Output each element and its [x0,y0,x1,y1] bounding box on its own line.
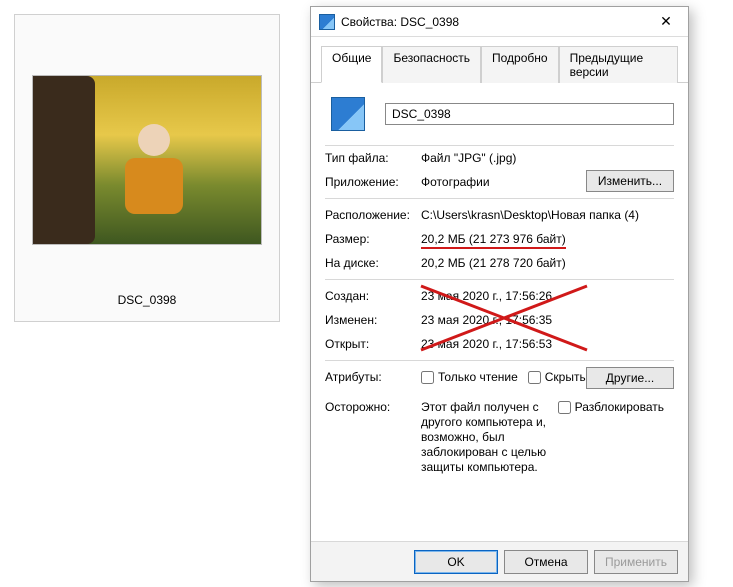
checkbox-hidden[interactable]: Скрытый [528,370,595,384]
tab-previous-versions[interactable]: Предыдущие версии [559,46,678,83]
label-warning: Осторожно: [325,400,421,414]
dialog-footer: OK Отмена Применить [311,541,688,581]
value-created: 23 мая 2020 г., 17:56:26 [421,289,674,303]
other-button[interactable]: Другие... [586,367,674,389]
value-location: C:\Users\krasn\Desktop\Новая папка (4) [421,208,674,222]
checkbox-readonly[interactable]: Только чтение [421,370,518,384]
file-type-icon [331,97,365,131]
change-button[interactable]: Изменить... [586,170,674,192]
label-accessed: Открыт: [325,337,421,351]
thumbnail-caption: DSC_0398 [118,293,177,307]
label-modified: Изменен: [325,313,421,327]
checkbox-readonly-input[interactable] [421,371,434,384]
properties-dialog: Свойства: DSC_0398 ✕ Общие Безопасность … [310,6,689,582]
cancel-button[interactable]: Отмена [504,550,588,574]
tabstrip: Общие Безопасность Подробно Предыдущие в… [311,37,688,83]
label-attributes: Атрибуты: [325,370,421,384]
label-location: Расположение: [325,208,421,222]
checkbox-unblock-label: Разблокировать [575,400,664,414]
label-created: Создан: [325,289,421,303]
close-icon: ✕ [660,13,672,30]
dialog-title: Свойства: DSC_0398 [341,15,646,29]
checkbox-unblock[interactable]: Разблокировать [558,400,664,414]
label-size: Размер: [325,232,421,246]
value-sizeondisk: 20,2 МБ (21 278 720 байт) [421,256,674,270]
dialog-body: Тип файла: Файл "JPG" (.jpg) Приложение:… [311,83,688,541]
checkbox-unblock-input[interactable] [558,401,571,414]
thumbnail-image[interactable] [32,75,262,245]
titlebar: Свойства: DSC_0398 ✕ [311,7,688,37]
file-icon [319,14,335,30]
label-filetype: Тип файла: [325,151,421,165]
label-sizeondisk: На диске: [325,256,421,270]
checkbox-readonly-label: Только чтение [438,370,518,384]
thumbnail-panel: DSC_0398 [14,14,280,322]
tab-details[interactable]: Подробно [481,46,559,83]
value-accessed: 23 мая 2020 г., 17:56:53 [421,337,674,351]
filename-input[interactable] [385,103,674,125]
value-size: 20,2 МБ (21 273 976 байт) [421,232,674,246]
checkbox-hidden-input[interactable] [528,371,541,384]
ok-button[interactable]: OK [414,550,498,574]
value-modified: 23 мая 2020 г., 17:56:35 [421,313,674,327]
tab-general[interactable]: Общие [321,46,382,83]
apply-button[interactable]: Применить [594,550,678,574]
value-warning: Этот файл получен с другого компьютера и… [421,400,550,475]
value-filetype: Файл "JPG" (.jpg) [421,151,674,165]
label-app: Приложение: [325,175,421,189]
tab-security[interactable]: Безопасность [382,46,481,83]
close-button[interactable]: ✕ [646,8,686,36]
